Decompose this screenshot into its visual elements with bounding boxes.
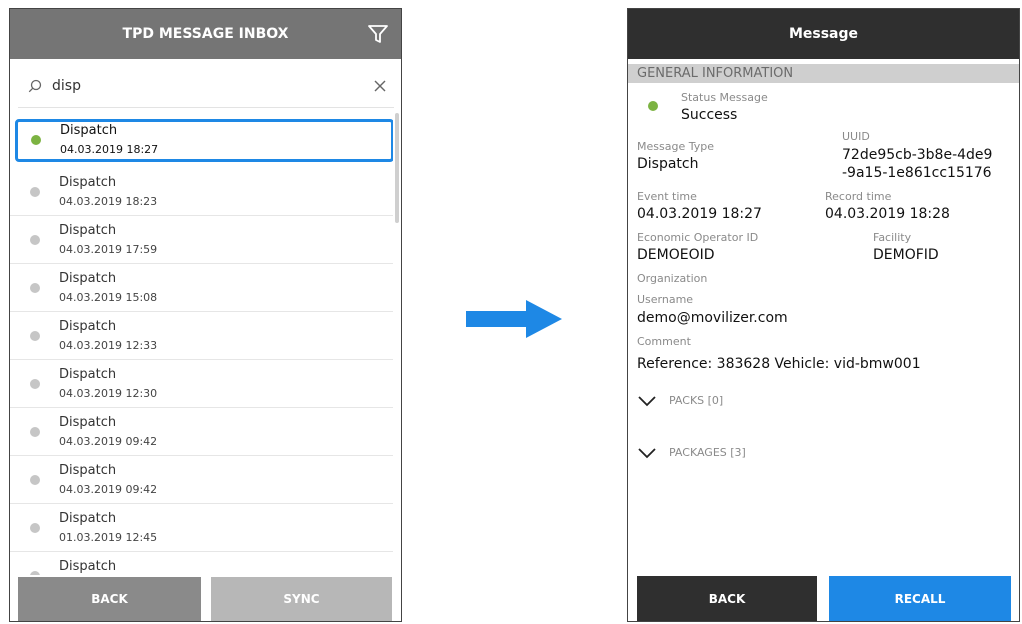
message-list-item[interactable]: Dispatch 04.03.2019 17:59 bbox=[10, 216, 393, 264]
message-type-label: Message Type bbox=[637, 140, 714, 153]
message-list-item[interactable]: Dispatch 04.03.2019 12:33 bbox=[10, 312, 393, 360]
sync-button[interactable]: SYNC bbox=[211, 577, 392, 621]
uuid-value-line1: 72de95cb-3b8e-4de9 bbox=[842, 147, 993, 163]
arrow-right-icon bbox=[466, 300, 562, 338]
status-message-value: Success bbox=[681, 107, 738, 123]
chevron-down-icon bbox=[638, 396, 656, 407]
search-icon bbox=[28, 79, 42, 93]
message-name: Dispatch bbox=[59, 463, 117, 478]
chevron-down-icon bbox=[638, 448, 656, 459]
message-name: Dispatch bbox=[59, 511, 117, 526]
status-dot bbox=[30, 235, 40, 245]
facility-value: DEMOFID bbox=[873, 247, 939, 263]
message-timestamp: 04.03.2019 09:42 bbox=[59, 435, 158, 448]
organization-label: Organization bbox=[637, 272, 708, 285]
message-list-item[interactable]: Dispatch 04.03.2019 18:23 bbox=[10, 168, 393, 216]
search-input[interactable]: disp bbox=[52, 78, 81, 94]
message-name: Dispatch bbox=[59, 271, 117, 286]
status-dot-success bbox=[31, 135, 41, 145]
message-list-item[interactable]: Dispatch 04.03.2019 09:42 bbox=[10, 456, 393, 504]
message-list-item[interactable]: Dispatch 04.03.2019 18:27 bbox=[15, 119, 393, 162]
packages-label: PACKAGES [3] bbox=[669, 446, 746, 459]
username-label: Username bbox=[637, 293, 694, 306]
message-timestamp: 04.03.2019 17:59 bbox=[59, 243, 158, 256]
back-button[interactable]: BACK bbox=[637, 576, 817, 621]
packs-expander[interactable]: PACKS [0] bbox=[638, 393, 838, 413]
economic-operator-label: Economic Operator ID bbox=[637, 231, 759, 244]
message-list-item[interactable]: Dispatch bbox=[10, 552, 393, 575]
comment-label: Comment bbox=[637, 335, 691, 348]
status-dot bbox=[30, 427, 40, 437]
message-list: Dispatch 04.03.2019 18:27 Dispatch 04.03… bbox=[10, 113, 393, 575]
search-bar[interactable]: disp bbox=[18, 67, 394, 108]
message-timestamp: 04.03.2019 12:30 bbox=[59, 387, 158, 400]
message-type-value: Dispatch bbox=[637, 156, 699, 172]
message-detail-screen: Message GENERAL INFORMATION Status Messa… bbox=[627, 8, 1020, 622]
message-list-item[interactable]: Dispatch 01.03.2019 12:45 bbox=[10, 504, 393, 552]
section-general-information: GENERAL INFORMATION bbox=[628, 64, 1019, 83]
message-timestamp: 04.03.2019 15:08 bbox=[59, 291, 158, 304]
message-timestamp: 04.03.2019 09:42 bbox=[59, 483, 158, 496]
message-list-item[interactable]: Dispatch 04.03.2019 09:42 bbox=[10, 408, 393, 456]
uuid-value-line2: -9a15-1e861cc15176 bbox=[842, 165, 992, 181]
list-scrollbar[interactable] bbox=[395, 113, 399, 223]
packs-label: PACKS [0] bbox=[669, 394, 724, 407]
facility-label: Facility bbox=[873, 231, 912, 244]
status-dot bbox=[30, 523, 40, 533]
status-message-label: Status Message bbox=[681, 91, 768, 104]
status-dot bbox=[30, 187, 40, 197]
message-name: Dispatch bbox=[59, 367, 117, 382]
packages-expander[interactable]: PACKAGES [3] bbox=[638, 445, 838, 465]
message-list-item[interactable]: Dispatch 04.03.2019 15:08 bbox=[10, 264, 393, 312]
message-timestamp: 04.03.2019 18:23 bbox=[59, 195, 158, 208]
filter-icon[interactable] bbox=[367, 23, 389, 45]
status-dot bbox=[30, 571, 40, 575]
status-dot-success bbox=[648, 101, 658, 111]
status-dot bbox=[30, 475, 40, 485]
recall-button[interactable]: RECALL bbox=[829, 576, 1011, 621]
message-name: Dispatch bbox=[59, 175, 117, 190]
record-time-value: 04.03.2019 18:28 bbox=[825, 206, 950, 222]
uuid-label: UUID bbox=[842, 130, 870, 143]
comment-value: Reference: 383628 Vehicle: vid-bmw001 bbox=[637, 356, 921, 372]
message-name: Dispatch bbox=[60, 123, 118, 138]
event-time-value: 04.03.2019 18:27 bbox=[637, 206, 762, 222]
status-dot bbox=[30, 331, 40, 341]
record-time-label: Record time bbox=[825, 190, 892, 203]
event-time-label: Event time bbox=[637, 190, 697, 203]
inbox-screen: TPD MESSAGE INBOX disp Dispatch 04.03.20… bbox=[9, 8, 402, 622]
message-name: Dispatch bbox=[59, 559, 117, 574]
clear-search-icon[interactable] bbox=[372, 78, 388, 94]
username-value: demo@movilizer.com bbox=[637, 310, 788, 326]
message-header-title: Message bbox=[628, 9, 1019, 59]
message-timestamp: 04.03.2019 12:33 bbox=[59, 339, 158, 352]
message-list-item[interactable]: Dispatch 04.03.2019 12:30 bbox=[10, 360, 393, 408]
message-name: Dispatch bbox=[59, 223, 117, 238]
message-timestamp: 04.03.2019 18:27 bbox=[60, 143, 159, 156]
message-name: Dispatch bbox=[59, 415, 117, 430]
inbox-header: TPD MESSAGE INBOX bbox=[10, 9, 401, 59]
back-button[interactable]: BACK bbox=[18, 577, 201, 621]
economic-operator-value: DEMOEOID bbox=[637, 247, 715, 263]
inbox-title: TPD MESSAGE INBOX bbox=[122, 26, 289, 42]
status-dot bbox=[30, 283, 40, 293]
status-dot bbox=[30, 379, 40, 389]
message-timestamp: 01.03.2019 12:45 bbox=[59, 531, 158, 544]
message-name: Dispatch bbox=[59, 319, 117, 334]
